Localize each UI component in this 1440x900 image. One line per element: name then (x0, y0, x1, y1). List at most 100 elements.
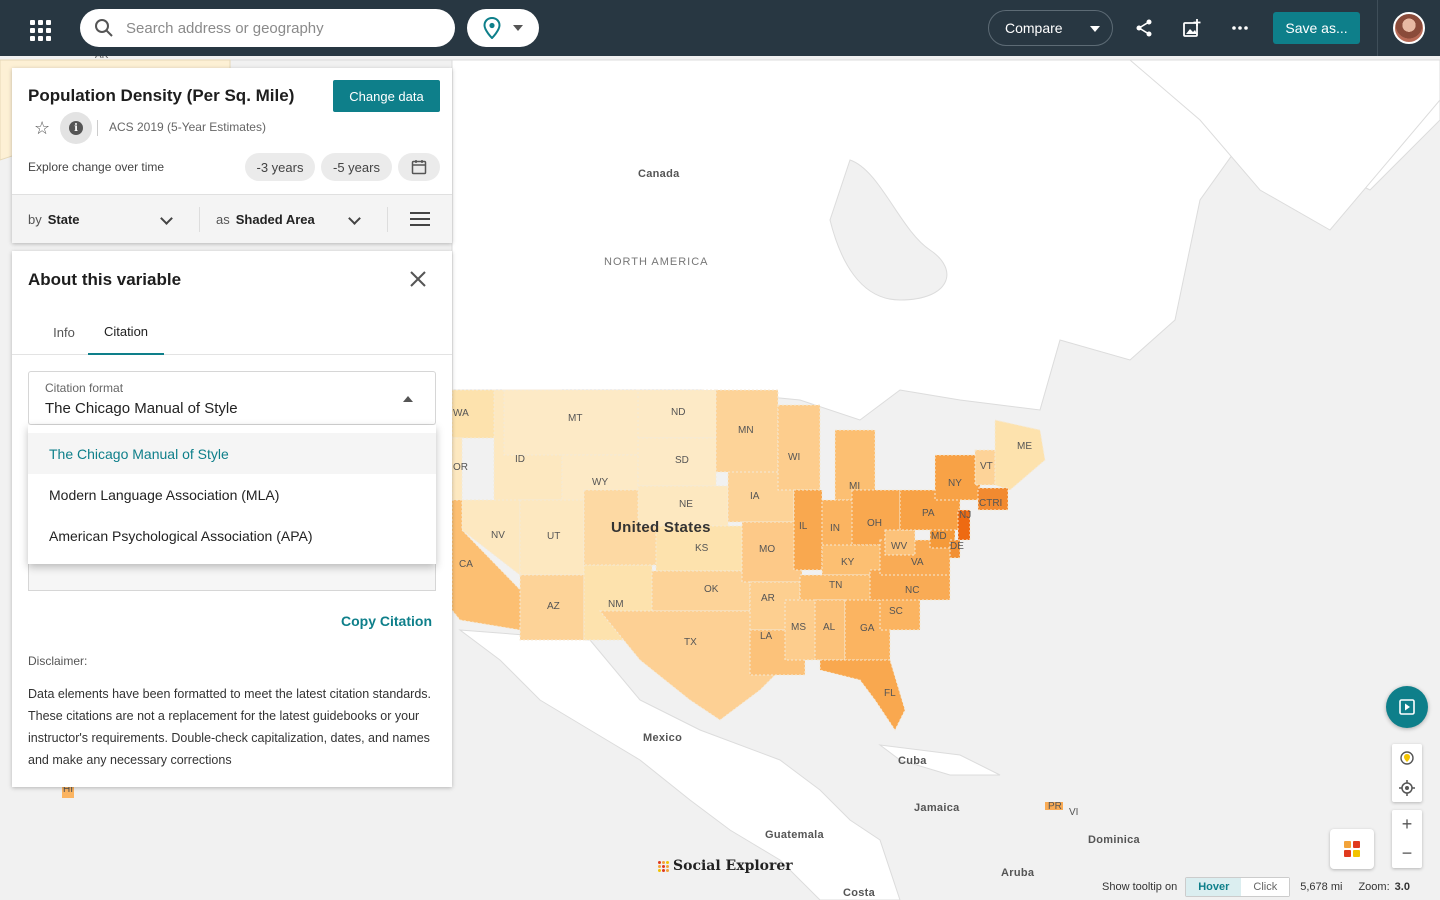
label-id: ID (515, 454, 525, 465)
share-icon[interactable] (1130, 14, 1158, 42)
divider (97, 120, 98, 136)
more-icon[interactable] (1226, 14, 1254, 42)
zoom-value: 3.0 (1394, 881, 1410, 893)
label-guatemala: Guatemala (765, 829, 824, 841)
add-image-icon[interactable] (1178, 14, 1206, 42)
label-mo: MO (759, 544, 776, 555)
label-sc: SC (889, 606, 903, 617)
by-prefix: by (28, 212, 42, 227)
label-la: LA (760, 631, 773, 642)
label-in: IN (830, 523, 840, 534)
search-input[interactable] (126, 19, 426, 37)
legend-button[interactable] (1330, 829, 1374, 869)
locate-me-icon[interactable] (1392, 773, 1422, 802)
survey-label: ACS 2019 (5-Year Estimates) (109, 120, 266, 134)
citation-format-select[interactable]: Citation format The Chicago Manual of St… (28, 371, 436, 425)
caret-up-icon (403, 396, 413, 402)
option-chicago[interactable]: The Chicago Manual of Style (28, 433, 436, 474)
zoom-out-icon[interactable]: − (1392, 839, 1422, 868)
info-icon: i (69, 121, 83, 135)
compare-button[interactable]: Compare (988, 10, 1113, 46)
compare-label: Compare (1005, 20, 1063, 36)
label-ne: NE (679, 499, 693, 510)
label-ks: KS (695, 543, 709, 554)
label-az: AZ (547, 601, 560, 612)
label-mn: MN (738, 425, 754, 436)
label-pa: PA (922, 508, 935, 519)
label-or: OR (453, 462, 468, 473)
close-icon[interactable] (408, 269, 428, 289)
tab-info[interactable]: Info (40, 309, 88, 355)
label-mexico: Mexico (643, 732, 683, 744)
about-variable-panel: About this variable Info Citation Citati… (12, 251, 452, 787)
label-costa: Costa (843, 887, 876, 899)
label-dominica: Dominica (1088, 834, 1140, 846)
label-aruba: Aruba (1001, 867, 1035, 879)
disclaimer-heading: Disclaimer: (28, 654, 88, 668)
map-tools-group (1392, 744, 1422, 802)
label-nj: NJ (959, 510, 972, 521)
avatar[interactable] (1393, 12, 1425, 44)
option-mla[interactable]: Modern Language Association (MLA) (28, 474, 436, 515)
minus-5-years-button[interactable]: -5 years (321, 153, 392, 181)
label-tx: TX (684, 637, 697, 648)
state-me (994, 419, 1046, 491)
caret-down-icon (513, 25, 523, 31)
option-apa[interactable]: American Psychological Association (APA) (28, 515, 436, 556)
legend-icon (1344, 841, 1360, 857)
star-icon[interactable]: ☆ (34, 118, 50, 139)
about-tabs: Info Citation (12, 309, 452, 355)
calendar-icon (411, 160, 427, 175)
label-united-states: United States (611, 519, 711, 536)
copy-citation-button[interactable]: Copy Citation (341, 613, 432, 629)
tooltip-click-option[interactable]: Click (1241, 878, 1290, 896)
change-data-button[interactable]: Change data (333, 80, 440, 112)
zoom-in-icon[interactable]: + (1392, 810, 1422, 839)
minus-3-years-button[interactable]: -3 years (245, 153, 315, 181)
label-nv: NV (491, 530, 505, 541)
calendar-button[interactable] (398, 153, 440, 181)
annotation-pin-icon[interactable] (1392, 744, 1422, 773)
tooltip-hover-option[interactable]: Hover (1186, 878, 1242, 896)
label-ia: IA (750, 491, 760, 502)
label-wa: WA (453, 408, 469, 419)
panel-selectors: by State as Shaded Area (12, 194, 452, 243)
social-explorer-logo: Social Explorer (658, 858, 793, 874)
variable-title: Population Density (Per Sq. Mile) (28, 86, 295, 105)
label-nd: ND (671, 407, 686, 418)
label-mi: MI (849, 481, 861, 492)
label-ca: CA (459, 559, 473, 570)
divider (1377, 0, 1378, 56)
explore-change-label: Explore change over time (28, 160, 165, 174)
tab-citation[interactable]: Citation (88, 309, 164, 355)
label-vt: VT (980, 461, 993, 472)
label-vi: VI (1069, 807, 1079, 818)
presentation-button[interactable] (1386, 686, 1428, 728)
label-nm: NM (608, 599, 624, 610)
location-dropdown-button[interactable] (467, 9, 539, 47)
tooltip-toggle: Hover Click (1185, 877, 1291, 897)
info-button[interactable]: i (60, 112, 92, 144)
label-jamaica: Jamaica (914, 802, 960, 814)
visualization-type-select[interactable]: as Shaded Area (216, 195, 366, 244)
search-box[interactable] (80, 9, 455, 47)
save-as-button[interactable]: Save as... (1273, 12, 1360, 44)
citation-format-value: The Chicago Manual of Style (45, 400, 238, 417)
label-tn: TN (829, 580, 843, 591)
label-nc: NC (905, 585, 920, 596)
geography-level-value: State (47, 212, 80, 227)
scale-label: 5,678 mi (1300, 881, 1343, 893)
as-prefix: as (216, 212, 230, 227)
label-il: IL (799, 521, 808, 532)
disclaimer-text: Data elements have been formatted to mee… (28, 687, 432, 767)
apps-grid-icon[interactable] (24, 14, 52, 42)
state-wi (777, 404, 821, 491)
menu-icon[interactable] (410, 212, 430, 226)
label-wv: WV (891, 541, 908, 552)
divider (387, 207, 388, 232)
label-ak: AK (95, 56, 108, 61)
label-ms: MS (791, 622, 806, 633)
citation-format-dropdown: The Chicago Manual of Style Modern Langu… (28, 425, 436, 564)
data-panel: Population Density (Per Sq. Mile) Change… (12, 68, 452, 243)
label-canada: Canada (638, 168, 680, 180)
